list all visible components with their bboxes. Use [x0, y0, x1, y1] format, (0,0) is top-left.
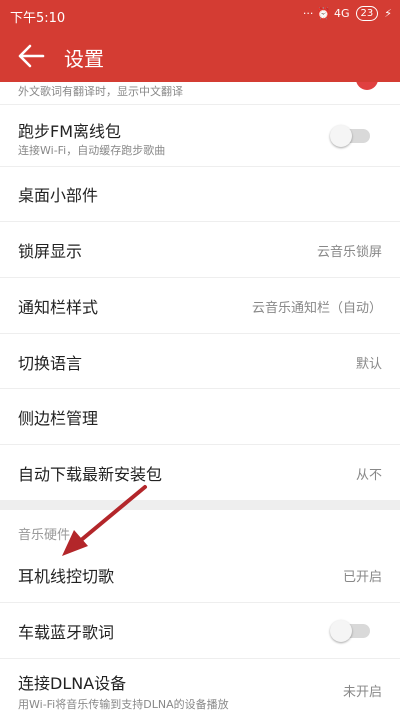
row-label: 自动下载最新安装包: [18, 465, 163, 484]
settings-row-car-bluetooth-lyrics[interactable]: 车载蓝牙歌词: [0, 603, 400, 659]
settings-row-lockscreen[interactable]: 锁屏显示 云音乐锁屏: [0, 222, 400, 278]
section-title: 音乐硬件: [18, 528, 71, 543]
row-label: 通知栏样式: [18, 298, 99, 317]
row-label: 桌面小部件: [18, 186, 99, 205]
battery-icon: 23: [355, 6, 379, 21]
toggle-switch[interactable]: [330, 620, 370, 642]
row-value: 云音乐通知栏（自动）: [251, 301, 382, 316]
page-title: 设置: [64, 47, 104, 71]
settings-row-auto-update[interactable]: 自动下载最新安装包 从不: [0, 445, 400, 500]
row-label: 侧边栏管理: [18, 409, 99, 428]
row-label: 切换语言: [18, 354, 83, 373]
section-divider: [0, 500, 400, 510]
settings-row-dlna[interactable]: 连接DLNA设备 用Wi-Fi将音乐传输到支持DLNA的设备播放 未开启: [0, 659, 400, 721]
row-label: 耳机线控切歌: [18, 567, 115, 586]
battery-level: 23: [360, 8, 374, 19]
settings-row-desktop-widget[interactable]: 桌面小部件: [0, 167, 400, 222]
row-subtitle: 用Wi-Fi将音乐传输到支持DLNA的设备播放: [18, 698, 229, 711]
toggle-knob: [330, 125, 352, 147]
settings-row-running-fm[interactable]: 跑步FM离线包 连接Wi-Fi，自动缓存跑步歌曲: [0, 105, 400, 167]
status-time: 下午5:10: [10, 11, 66, 26]
row-value: 已开启: [342, 570, 382, 585]
row-subtitle: 外文歌词有翻译时，显示中文翻译: [18, 85, 183, 98]
row-value: 未开启: [342, 685, 382, 700]
charging-icon: ⚡: [384, 7, 392, 20]
row-subtitle: 连接Wi-Fi，自动缓存跑步歌曲: [18, 144, 166, 157]
row-value: 默认: [355, 357, 382, 372]
settings-row-headset-control[interactable]: 耳机线控切歌 已开启: [0, 548, 400, 603]
status-indicators: ··· ⏰ 4G: [302, 7, 350, 20]
back-arrow-icon[interactable]: [16, 42, 46, 70]
settings-row-lyrics-translation[interactable]: 外文歌词有翻译时，显示中文翻译: [0, 82, 400, 105]
toggle-switch-on[interactable]: [356, 82, 378, 90]
row-label: 跑步FM离线包: [18, 122, 122, 141]
settings-row-notification-style[interactable]: 通知栏样式 云音乐通知栏（自动）: [0, 278, 400, 334]
row-label: 锁屏显示: [18, 242, 83, 261]
settings-row-sidebar-management[interactable]: 侧边栏管理: [0, 389, 400, 445]
toggle-knob: [330, 620, 352, 642]
status-icons: ··· ⏰ 4G 23 ⚡: [303, 6, 392, 21]
toggle-switch[interactable]: [330, 125, 370, 147]
settings-row-language[interactable]: 切换语言 默认: [0, 334, 400, 389]
settings-list: 外文歌词有翻译时，显示中文翻译 跑步FM离线包 连接Wi-Fi，自动缓存跑步歌曲…: [0, 82, 400, 721]
row-value: 从不: [355, 468, 382, 483]
row-label: 车载蓝牙歌词: [18, 623, 115, 642]
status-bar: 下午5:10 ··· ⏰ 4G 23 ⚡: [0, 0, 400, 30]
row-label: 连接DLNA设备: [18, 674, 127, 693]
row-value: 云音乐锁屏: [316, 245, 382, 260]
section-header: 音乐硬件: [0, 510, 400, 548]
app-bar: 设置: [0, 30, 400, 82]
